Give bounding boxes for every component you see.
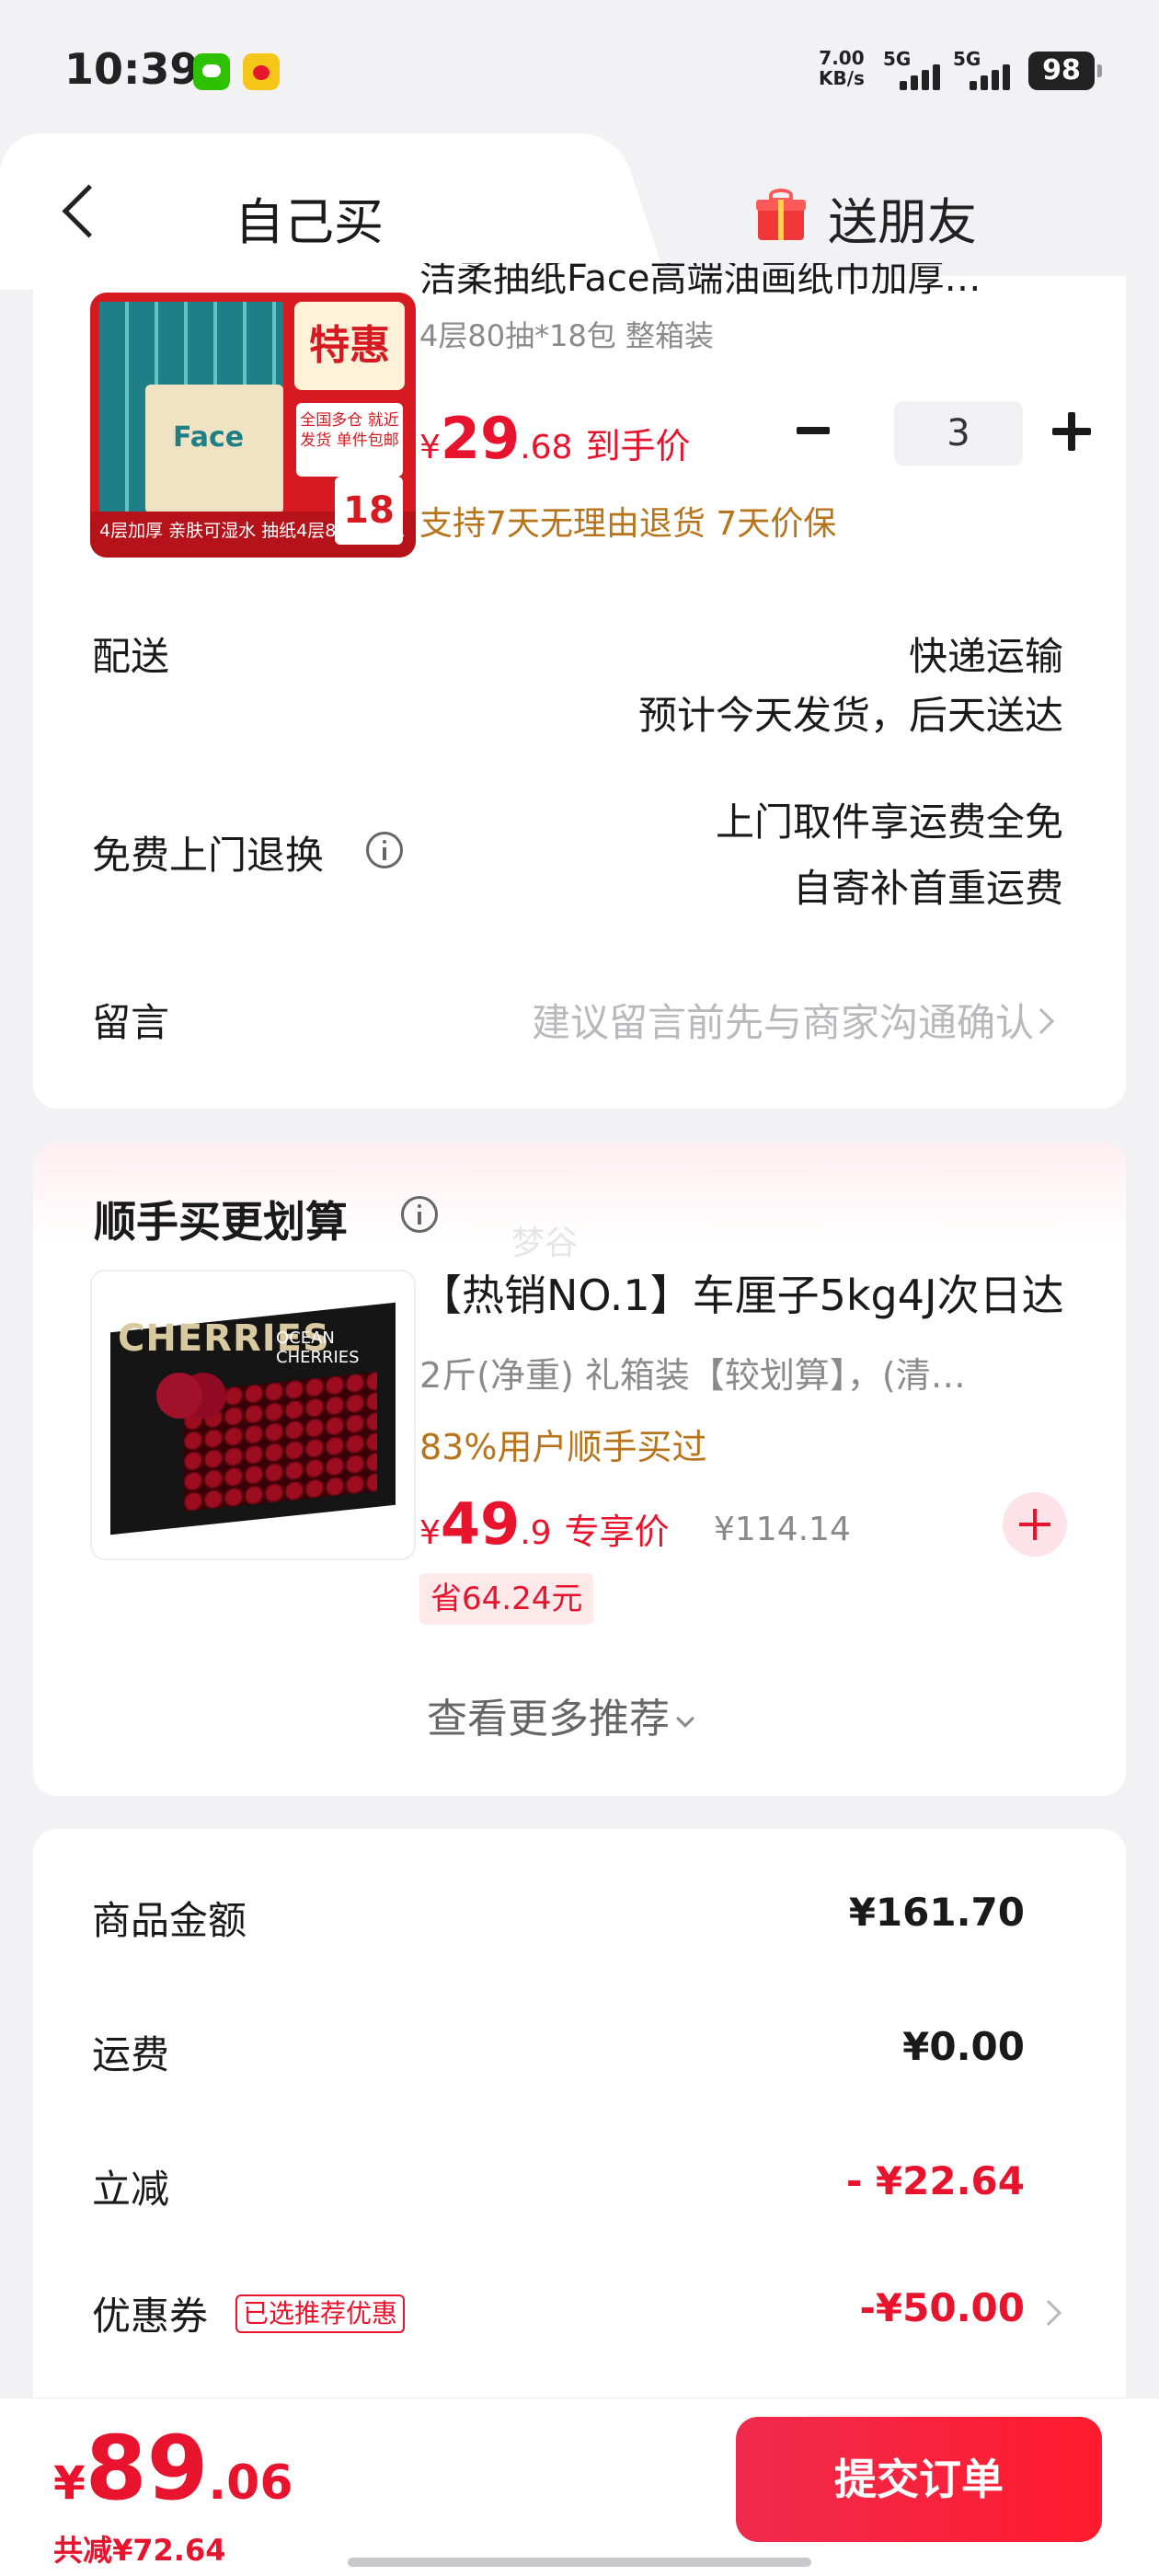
product-title[interactable]: 洁柔抽纸Face高端油画纸巾加厚… — [419, 263, 1082, 300]
instant-discount-value: - ¥22.64 — [845, 2158, 1025, 2203]
return-pickup-info: 上门取件享运费全免 — [715, 799, 1063, 845]
product-image[interactable]: Face 特惠 全国多仓 就近发货 单件包邮 4层加厚 亲肤可湿水 抽纸4层80… — [90, 293, 416, 558]
product-image-count: 18 — [335, 477, 403, 545]
signal-icon-2: 5G — [953, 48, 1027, 94]
tab-self-buy[interactable]: 自己买 — [235, 181, 384, 254]
home-indicator[interactable] — [348, 2558, 811, 2567]
recommend-price-decimal: .9 — [520, 1514, 552, 1552]
minus-icon[interactable] — [797, 427, 830, 434]
more-recommendations-label: 查看更多推荐 — [427, 1696, 670, 1742]
total-savings: 共减¥72.64 — [53, 2533, 226, 2568]
recommend-save-badge: 省64.24元 — [419, 1573, 594, 1625]
gift-icon — [756, 189, 806, 240]
shipping-value: ¥0.00 — [902, 2024, 1025, 2069]
price-tag: 到手价 — [585, 426, 691, 466]
delivery-estimate: 预计今天发货，后天送达 — [637, 693, 1063, 738]
quantity-input[interactable]: 3 — [894, 401, 1023, 466]
recommend-product-image[interactable]: CHERRIES OCEAN CHERRIES — [90, 1270, 416, 1560]
recommend-section-title: 顺手买更划算 — [94, 1197, 348, 1247]
net-speed-unit: KB/s — [819, 67, 865, 89]
goods-amount-value: ¥161.70 — [848, 1890, 1025, 1935]
instant-discount-label: 立减 — [92, 2167, 170, 2212]
add-to-order-button[interactable] — [1003, 1492, 1067, 1557]
watermark: 梦谷 — [511, 1225, 579, 1262]
coupon-value[interactable]: -¥50.00 — [859, 2285, 1025, 2330]
checkout-bar: ¥89.06 共减¥72.64 提交订单 — [0, 2398, 1159, 2576]
weibo-icon — [243, 53, 280, 90]
total-integer: 89 — [85, 2417, 209, 2520]
wechat-icon — [193, 53, 230, 90]
message-label: 留言 — [92, 1000, 170, 1045]
recommend-hint: 83%用户顺手买过 — [419, 1427, 707, 1467]
more-recommendations-button[interactable]: 查看更多推荐 — [427, 1685, 694, 1744]
recommend-image-label-2: OCEAN CHERRIES — [276, 1328, 360, 1367]
info-icon[interactable] — [366, 832, 403, 868]
recommend-product-spec[interactable]: 2斤(净重) 礼箱装【较划算】，(清… — [419, 1347, 1073, 1397]
order-total: ¥89.06 — [53, 2417, 293, 2520]
product-image-badge: 特惠 — [294, 302, 405, 390]
plus-icon[interactable] — [1052, 412, 1091, 451]
product-spec[interactable]: 4层80抽*18包 整箱装 — [419, 313, 714, 355]
battery-icon: 98 — [1028, 52, 1102, 90]
signal-label-2: 5G — [953, 48, 981, 70]
recommend-price: ¥49.9 专享价 — [419, 1490, 670, 1558]
net-speed-value: 7.00 — [819, 47, 865, 69]
total-decimal: .06 — [208, 2455, 293, 2511]
free-return-label: 免费上门退换 — [92, 833, 325, 878]
delivery-method: 快递运输 — [908, 634, 1063, 679]
back-icon[interactable] — [55, 179, 110, 244]
recommendation-card: 顺手买更划算 梦谷 CHERRIES OCEAN CHERRIES 【热销NO.… — [33, 1143, 1126, 1796]
recommend-price-integer: 49 — [440, 1490, 521, 1558]
submit-order-button[interactable]: 提交订单 — [736, 2417, 1102, 2542]
status-bar: 10:39 7.00 KB/s 5G 5G 98 — [0, 0, 1159, 138]
tab-send-friend[interactable]: 送朋友 — [828, 181, 977, 254]
recommend-info-icon[interactable] — [401, 1196, 438, 1233]
order-item-card: Face 特惠 全国多仓 就近发货 单件包邮 4层加厚 亲肤可湿水 抽纸4层80… — [33, 263, 1126, 1109]
price-integer: 29 — [440, 405, 521, 472]
product-image-brand: Face — [173, 421, 245, 454]
chevron-right-icon[interactable] — [1035, 2299, 1062, 2327]
price-currency: ¥ — [419, 429, 441, 466]
network-speed: 7.00 KB/s — [819, 48, 865, 88]
goods-amount-label: 商品金额 — [92, 1898, 247, 1943]
recommend-original-price: ¥114.14 — [714, 1511, 851, 1548]
recommend-price-currency: ¥ — [419, 1514, 441, 1552]
signal-label: 5G — [883, 48, 912, 70]
return-self-send-info: 自寄补首重运费 — [792, 866, 1063, 911]
shipping-label: 运费 — [92, 2032, 170, 2077]
price-decimal: .68 — [520, 429, 573, 466]
clock: 10:39 — [64, 44, 200, 94]
coupon-status-badge: 已选推荐优惠 — [235, 2294, 406, 2333]
message-input[interactable]: 建议留言前先与商家沟通确认 — [532, 992, 1034, 1048]
recommend-product-title[interactable]: 【热销NO.1】车厘子5kg4J次日达 — [419, 1262, 1064, 1323]
product-price: ¥29.68 到手价 — [419, 405, 690, 472]
delivery-label: 配送 — [92, 634, 170, 679]
signal-icon: 5G — [883, 48, 957, 94]
chevron-down-icon — [676, 1709, 694, 1728]
total-currency: ¥ — [53, 2456, 86, 2510]
coupon-label: 优惠券 — [92, 2294, 209, 2339]
recommend-price-tag: 专享价 — [564, 1512, 670, 1552]
service-guarantee[interactable]: 支持7天无理由退货 7天价保 — [419, 497, 836, 545]
product-image-side: 全国多仓 就近发货 单件包邮 — [296, 403, 403, 477]
